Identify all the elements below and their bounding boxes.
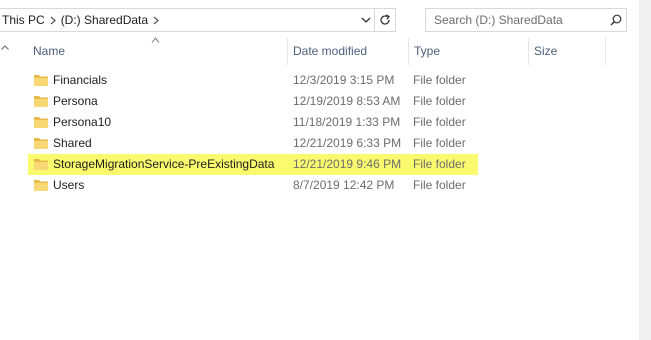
folder-icon xyxy=(34,75,48,86)
folder-icon xyxy=(34,159,48,170)
column-divider[interactable] xyxy=(605,38,606,65)
nav-scroll-up-icon[interactable] xyxy=(0,40,10,54)
file-name: Financials xyxy=(53,73,108,87)
file-date-modified: 11/18/2019 1:33 PM xyxy=(293,115,401,129)
folder-icon xyxy=(34,96,48,107)
file-name: StorageMigrationService-PreExistingData xyxy=(53,157,275,171)
file-type: File folder xyxy=(413,115,466,129)
search-box[interactable] xyxy=(425,8,627,32)
chevron-right-icon[interactable] xyxy=(150,16,162,25)
search-input[interactable] xyxy=(434,13,606,27)
folder-icon xyxy=(34,117,48,128)
address-bar[interactable]: This PC (D:) SharedData xyxy=(0,8,396,32)
breadcrumb-shareddata[interactable]: (D:) SharedData xyxy=(59,13,150,27)
column-header-date-modified[interactable]: Date modified xyxy=(288,38,408,65)
file-row[interactable]: Persona 12/19/2019 8:53 AM File folder xyxy=(28,91,478,112)
file-row[interactable]: Persona10 11/18/2019 1:33 PM File folder xyxy=(28,112,478,133)
folder-icon xyxy=(34,180,48,191)
file-date-modified: 12/3/2019 3:15 PM xyxy=(293,73,395,87)
vertical-scrollbar[interactable] xyxy=(639,0,651,340)
breadcrumb-this-pc[interactable]: This PC xyxy=(0,13,47,27)
file-type: File folder xyxy=(413,136,466,150)
column-header-name[interactable]: Name xyxy=(28,38,287,65)
file-name: Persona xyxy=(53,94,98,108)
breadcrumb: This PC (D:) SharedData xyxy=(0,9,162,31)
column-header-type[interactable]: Type xyxy=(409,38,528,65)
chevron-down-icon[interactable] xyxy=(359,9,373,31)
file-row[interactable]: Users 8/7/2019 12:42 PM File folder xyxy=(28,175,478,196)
file-name: Users xyxy=(53,178,85,192)
file-date-modified: 12/19/2019 8:53 AM xyxy=(293,94,401,108)
search-icon[interactable] xyxy=(606,9,626,31)
file-row[interactable]: Financials 12/3/2019 3:15 PM File folder xyxy=(28,70,478,91)
file-date-modified: 12/21/2019 6:33 PM xyxy=(293,136,402,150)
chevron-right-icon[interactable] xyxy=(47,16,59,25)
file-date-modified: 8/7/2019 12:42 PM xyxy=(293,178,395,192)
file-type: File folder xyxy=(413,178,466,192)
file-date-modified: 12/21/2019 9:46 PM xyxy=(293,157,402,171)
folder-icon xyxy=(34,138,48,149)
file-type: File folder xyxy=(413,157,466,171)
file-row[interactable]: Shared 12/21/2019 6:33 PM File folder xyxy=(28,133,478,154)
file-name: Persona10 xyxy=(53,115,112,129)
file-type: File folder xyxy=(413,94,466,108)
file-type: File folder xyxy=(413,73,466,87)
file-row[interactable]: StorageMigrationService-PreExistingData 1… xyxy=(28,154,478,175)
column-header-size[interactable]: Size xyxy=(529,38,605,65)
file-name: Shared xyxy=(53,136,92,150)
refresh-icon[interactable] xyxy=(374,9,395,31)
